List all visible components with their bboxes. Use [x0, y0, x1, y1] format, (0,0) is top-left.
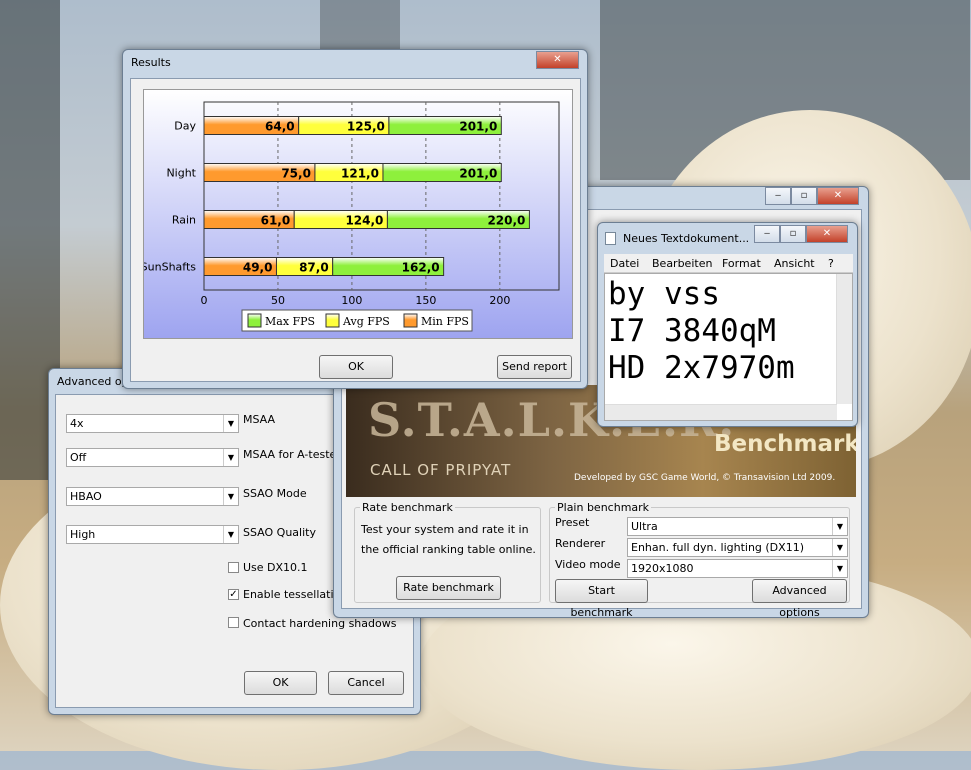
- menu-bearbeiten[interactable]: Bearbeiten: [652, 257, 712, 270]
- plain-benchmark-group: Plain benchmark Preset Ultra ▼ Renderer E…: [549, 501, 850, 619]
- start-benchmark-button[interactable]: Start benchmark: [555, 579, 648, 619]
- preset-label: Preset: [555, 516, 590, 529]
- category-label: Night: [166, 167, 196, 180]
- notepad-line: HD 2x7970m: [608, 350, 795, 386]
- ssao-quality-label: SSAO Quality: [243, 526, 316, 539]
- notepad-close-button[interactable]: ✕: [806, 225, 848, 243]
- msaa-atested-select[interactable]: Off ▼: [66, 448, 239, 467]
- category-label: SunShafts: [144, 261, 196, 274]
- bar-value-label: 64,0: [265, 120, 295, 134]
- notepad-window: Neues Textdokument... ‒ ▫ ✕ Datei Bearbe…: [597, 222, 858, 427]
- contact-shadows-label: Contact hardening shadows: [243, 617, 397, 630]
- legend-label: Min FPS: [421, 315, 469, 328]
- bar-value-label: 162,0: [402, 261, 440, 275]
- bar-value-label: 201,0: [459, 167, 497, 181]
- chevron-down-icon[interactable]: ▼: [223, 449, 238, 466]
- rate-description: Test your system and rate it in the offi…: [361, 523, 536, 556]
- bar-value-label: 121,0: [341, 167, 379, 181]
- developer-credit: Developed by GSC Game World, © Transavis…: [574, 473, 836, 483]
- results-body: 0 50 100 150 200 Day 64,0 125,0 201,0 Night 75,0 12…: [130, 78, 581, 382]
- bar-value-label: 61,0: [261, 214, 291, 228]
- category-label: Day: [174, 120, 196, 133]
- preset-select[interactable]: Ultra ▼: [627, 517, 848, 536]
- x-tick-label: 0: [201, 294, 208, 307]
- results-close-button[interactable]: ✕: [536, 51, 579, 69]
- menu-format[interactable]: Format: [722, 257, 761, 270]
- dx101-checkbox[interactable]: [228, 562, 239, 573]
- advanced-options-title: Advanced op: [57, 375, 129, 388]
- legend-swatch: [403, 313, 418, 328]
- menu-help[interactable]: ?: [828, 257, 834, 270]
- chevron-down-icon[interactable]: ▼: [223, 526, 238, 543]
- advanced-options-button[interactable]: Advanced options: [752, 579, 847, 619]
- msaa-select[interactable]: 4x ▼: [66, 414, 239, 433]
- msaa-label: MSAA: [243, 413, 276, 426]
- rate-benchmark-button[interactable]: Rate benchmark: [396, 576, 501, 600]
- results-ok-button[interactable]: OK: [319, 355, 393, 379]
- advanced-ok-button[interactable]: OK: [244, 671, 317, 695]
- menu-datei[interactable]: Datei: [610, 257, 639, 270]
- send-report-button[interactable]: Send report: [497, 355, 572, 379]
- notepad-minimize-button[interactable]: ‒: [754, 225, 780, 243]
- chart-area: 0 50 100 150 200 Day 64,0 125,0 201,0 Night 75,0 12…: [143, 89, 573, 339]
- x-tick-label: 200: [489, 294, 510, 307]
- renderer-label: Renderer: [555, 537, 606, 550]
- video-mode-label: Video mode: [555, 558, 621, 571]
- fps-bar-chart: 0 50 100 150 200 Day 64,0 125,0 201,0 Night 75,0 12…: [144, 101, 560, 332]
- chevron-down-icon[interactable]: ▼: [832, 539, 847, 556]
- minimize-button[interactable]: ‒: [765, 187, 791, 205]
- video-mode-select[interactable]: 1920x1080 ▼: [627, 559, 848, 578]
- msaa-atested-label: MSAA for A-tested: [243, 448, 344, 461]
- tessellation-checkbox[interactable]: ✓: [228, 589, 239, 600]
- legend-label: Max FPS: [265, 315, 315, 328]
- x-tick-label: 150: [415, 294, 436, 307]
- category-label: Rain: [172, 214, 196, 227]
- chevron-down-icon[interactable]: ▼: [832, 518, 847, 535]
- ssao-mode-select[interactable]: HBAO ▼: [66, 487, 239, 506]
- bar-value-label: 49,0: [243, 261, 273, 275]
- notepad-maximize-button[interactable]: ▫: [780, 225, 806, 243]
- bar-value-label: 124,0: [345, 214, 383, 228]
- notepad-text-area[interactable]: by vss I7 3840qM HD 2x7970m: [604, 273, 853, 421]
- notepad-menubar: Datei Bearbeiten Format Ansicht ?: [604, 254, 853, 273]
- benchmark-heading: Benchmark: [714, 431, 856, 457]
- x-tick-label: 100: [341, 294, 362, 307]
- stalker-subtitle: CALL OF PRIPYAT: [370, 461, 512, 479]
- close-button[interactable]: ✕: [817, 187, 859, 205]
- dx101-label: Use DX10.1: [243, 561, 308, 574]
- ssao-mode-label: SSAO Mode: [243, 487, 307, 500]
- rate-benchmark-group: Rate benchmark Test your system and rate…: [354, 501, 541, 603]
- chevron-down-icon[interactable]: ▼: [223, 415, 238, 432]
- vertical-scrollbar[interactable]: [836, 274, 852, 404]
- bar-value-label: 125,0: [347, 120, 385, 134]
- x-tick-label: 50: [271, 294, 285, 307]
- bar-value-label: 75,0: [281, 167, 311, 181]
- notepad-line: I7 3840qM: [608, 313, 776, 349]
- plain-benchmark-group-title: Plain benchmark: [555, 501, 652, 514]
- tessellation-label: Enable tessellation: [243, 588, 348, 601]
- chevron-down-icon[interactable]: ▼: [223, 488, 238, 505]
- bar-value-label: 220,0: [487, 214, 525, 228]
- results-title: Results: [131, 56, 171, 69]
- menu-ansicht[interactable]: Ansicht: [774, 257, 815, 270]
- legend-swatch: [247, 313, 262, 328]
- notepad-title: Neues Textdokument...: [623, 232, 750, 245]
- notepad-icon: [605, 232, 616, 245]
- legend-label: Avg FPS: [342, 315, 390, 328]
- notepad-line: by vss: [608, 276, 720, 312]
- renderer-select[interactable]: Enhan. full dyn. lighting (DX11) ▼: [627, 538, 848, 557]
- horizontal-scrollbar[interactable]: [605, 404, 837, 420]
- advanced-cancel-button[interactable]: Cancel: [328, 671, 404, 695]
- ssao-quality-select[interactable]: High ▼: [66, 525, 239, 544]
- maximize-button[interactable]: ▫: [791, 187, 817, 205]
- rate-benchmark-group-title: Rate benchmark: [360, 501, 455, 514]
- contact-shadows-checkbox[interactable]: [228, 617, 239, 628]
- legend-swatch: [325, 313, 340, 328]
- bar-value-label: 87,0: [299, 261, 329, 275]
- results-window: Results ✕ 0 50 100 150 200 Day 64,0 125,0 201,0 N…: [122, 49, 588, 389]
- bar-value-label: 201,0: [459, 120, 497, 134]
- chevron-down-icon[interactable]: ▼: [832, 560, 847, 577]
